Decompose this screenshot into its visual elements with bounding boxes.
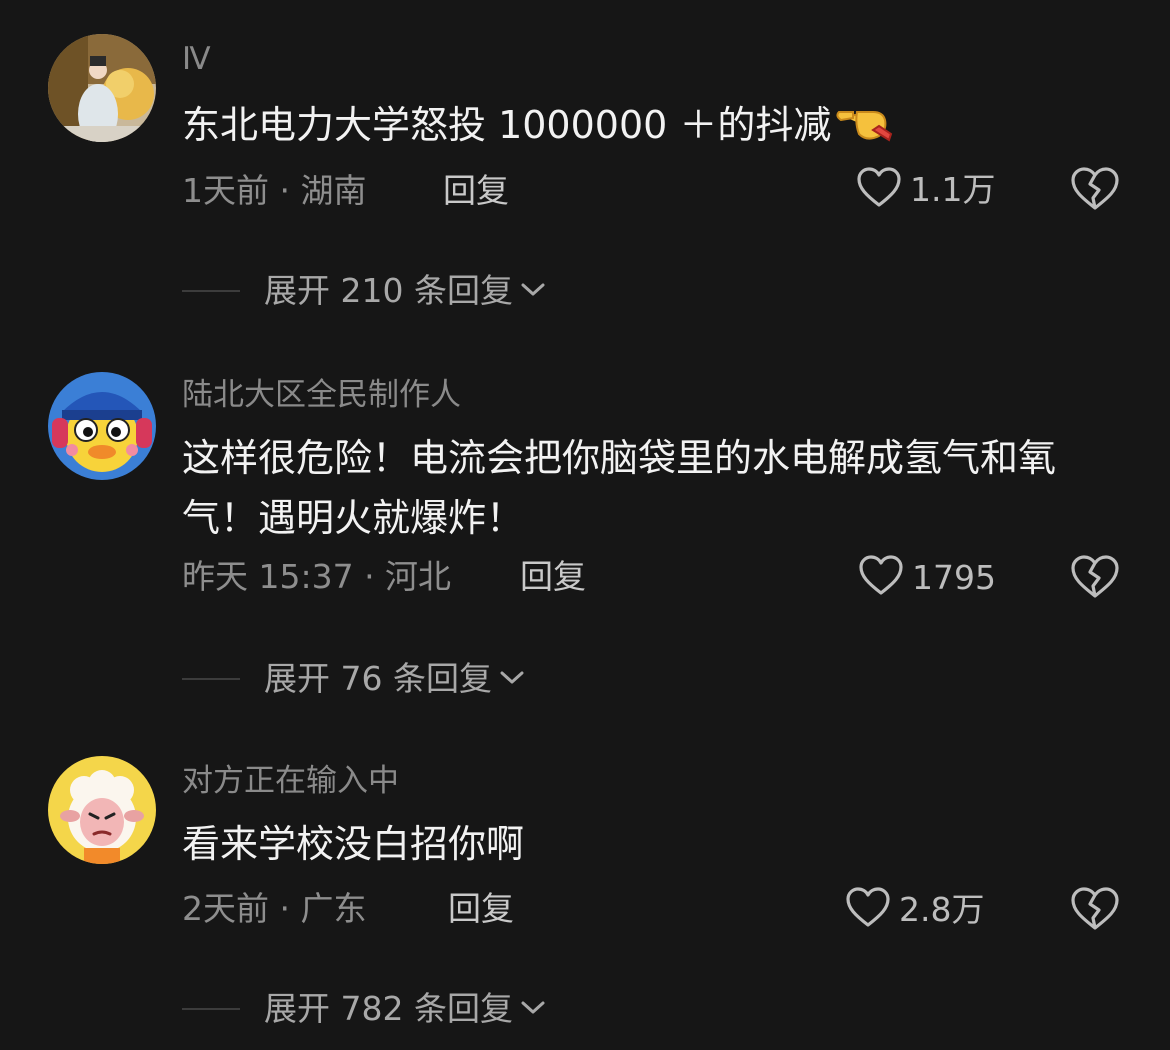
expand-replies-button[interactable]: 展开 76 条回复 bbox=[182, 662, 526, 695]
username[interactable]: 陆北大区全民制作人 bbox=[182, 380, 461, 411]
broken-heart-icon bbox=[1070, 167, 1120, 216]
heart-outline-icon bbox=[856, 166, 902, 213]
expand-replies-button[interactable]: 展开 782 条回复 bbox=[182, 992, 547, 1025]
like-count: 1.1万 bbox=[910, 170, 996, 209]
divider bbox=[182, 1007, 240, 1010]
divider bbox=[182, 289, 240, 292]
like-button[interactable]: 1.1万 bbox=[856, 166, 995, 213]
username[interactable]: Ⅳ bbox=[182, 44, 211, 75]
reply-button[interactable]: 回复 bbox=[520, 560, 586, 593]
like-button[interactable]: 2.8万 bbox=[845, 886, 984, 933]
comment-time-location: 2天前 · 广东 bbox=[182, 889, 367, 928]
dislike-button[interactable] bbox=[1070, 166, 1120, 212]
avatar[interactable] bbox=[48, 372, 156, 480]
chevron-down-icon bbox=[519, 997, 547, 1021]
comment-time-location: 1天前 · 湖南 bbox=[182, 171, 367, 210]
heart-outline-icon bbox=[858, 554, 904, 601]
dislike-button[interactable] bbox=[1070, 554, 1120, 600]
dislike-button[interactable] bbox=[1070, 886, 1120, 932]
broken-heart-icon bbox=[1070, 555, 1120, 604]
chevron-down-icon bbox=[498, 667, 526, 691]
chevron-down-icon bbox=[519, 279, 547, 303]
comment-time-location: 昨天 15:37 · 河北 bbox=[182, 557, 452, 596]
heart-outline-icon bbox=[845, 886, 891, 933]
broken-heart-icon bbox=[1070, 887, 1120, 936]
comment-text-content: 看来学校没白招你啊 bbox=[182, 822, 525, 866]
expand-replies-label: 展开 76 条回复 bbox=[264, 659, 492, 698]
expand-replies-label: 展开 782 条回复 bbox=[264, 989, 513, 1028]
like-button[interactable]: 1795 bbox=[858, 554, 996, 601]
reply-button[interactable]: 回复 bbox=[443, 174, 509, 207]
comment-text: 这样很危险！电流会把你脑袋里的水电解成氢气和氧气！遇明火就爆炸！ bbox=[182, 428, 1112, 548]
pointing-hand-emoji bbox=[833, 94, 893, 161]
expand-replies-label: 展开 210 条回复 bbox=[264, 271, 513, 310]
reply-button[interactable]: 回复 bbox=[448, 892, 514, 925]
avatar[interactable] bbox=[48, 34, 156, 142]
like-count: 2.8万 bbox=[899, 890, 985, 929]
divider bbox=[182, 677, 240, 680]
comment-text-content: 这样很危险！电流会把你脑袋里的水电解成氢气和氧气！遇明火就爆炸！ bbox=[182, 436, 1057, 540]
comment-text: 看来学校没白招你啊 bbox=[182, 814, 1112, 874]
comment-text-content: 东北电力大学怒投 1000000 ＋的抖减 bbox=[182, 103, 832, 147]
comment-text: 东北电力大学怒投 1000000 ＋的抖减 bbox=[182, 94, 1112, 161]
username[interactable]: 对方正在输入中 bbox=[182, 766, 399, 797]
expand-replies-button[interactable]: 展开 210 条回复 bbox=[182, 274, 547, 307]
avatar[interactable] bbox=[48, 756, 156, 864]
like-count: 1795 bbox=[912, 558, 996, 597]
